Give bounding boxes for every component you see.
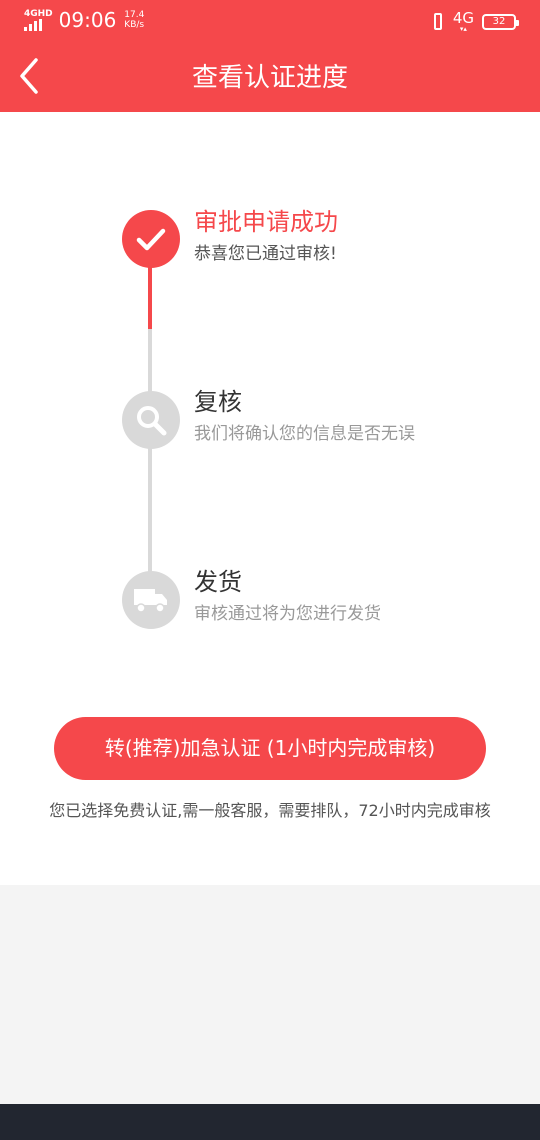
speed-value: 17.4	[124, 10, 145, 20]
status-right: 4G ▾▴ 32	[431, 10, 519, 33]
signal-bars-icon	[24, 19, 42, 31]
progress-content: 审批申请成功 恭喜您已通过审核! 复核 我们将确认您的信息是否无误 发货 审核通…	[0, 112, 540, 885]
step-approved-title: 审批申请成功	[194, 208, 338, 236]
battery-icon: 32	[482, 13, 519, 30]
check-icon	[136, 228, 166, 251]
network-type: 4G	[452, 9, 474, 27]
progress-line-1	[148, 329, 152, 393]
vibrate-icon	[431, 12, 445, 32]
status-left: 4GHD 09:06 17.4 KB/s	[24, 8, 144, 32]
step-review-desc: 我们将确认您的信息是否无误	[194, 424, 415, 444]
step-shipping-desc: 审核通过将为您进行发货	[194, 604, 381, 624]
data-arrows-icon: ▾▴	[459, 25, 467, 33]
status-bar: 4GHD 09:06 17.4 KB/s 4G ▾▴ 32	[0, 0, 540, 44]
step-review-icon	[122, 391, 180, 449]
progress-line-done	[148, 267, 152, 329]
network-indicator: 4G ▾▴	[453, 10, 474, 33]
app-header: 4GHD 09:06 17.4 KB/s 4G ▾▴ 32 查看认证进度	[0, 0, 540, 112]
urgent-verification-button[interactable]: 转(推荐)加急认证 (1小时内完成审核)	[54, 717, 486, 780]
step-shipping-title: 发货	[194, 568, 242, 596]
clock: 09:06	[58, 8, 117, 32]
search-icon	[137, 406, 167, 436]
page-title: 查看认证进度	[191, 63, 348, 93]
network-speed: 17.4 KB/s	[124, 10, 144, 30]
battery-level: 32	[492, 15, 506, 27]
step-approved-icon	[122, 210, 180, 268]
speed-unit: KB/s	[124, 20, 145, 30]
signal-indicator: 4GHD	[24, 9, 53, 31]
progress-line-2	[148, 447, 152, 573]
free-verification-note: 您已选择免费认证,需一般客服，需要排队，72小时内完成审核	[49, 801, 491, 820]
truck-icon	[134, 589, 167, 613]
step-approved-desc: 恭喜您已通过审核!	[194, 244, 337, 264]
network-type-small: 4GHD	[24, 9, 53, 19]
step-shipping-icon	[122, 571, 180, 629]
system-nav-bar	[0, 1104, 540, 1140]
step-review-title: 复核	[194, 388, 242, 416]
